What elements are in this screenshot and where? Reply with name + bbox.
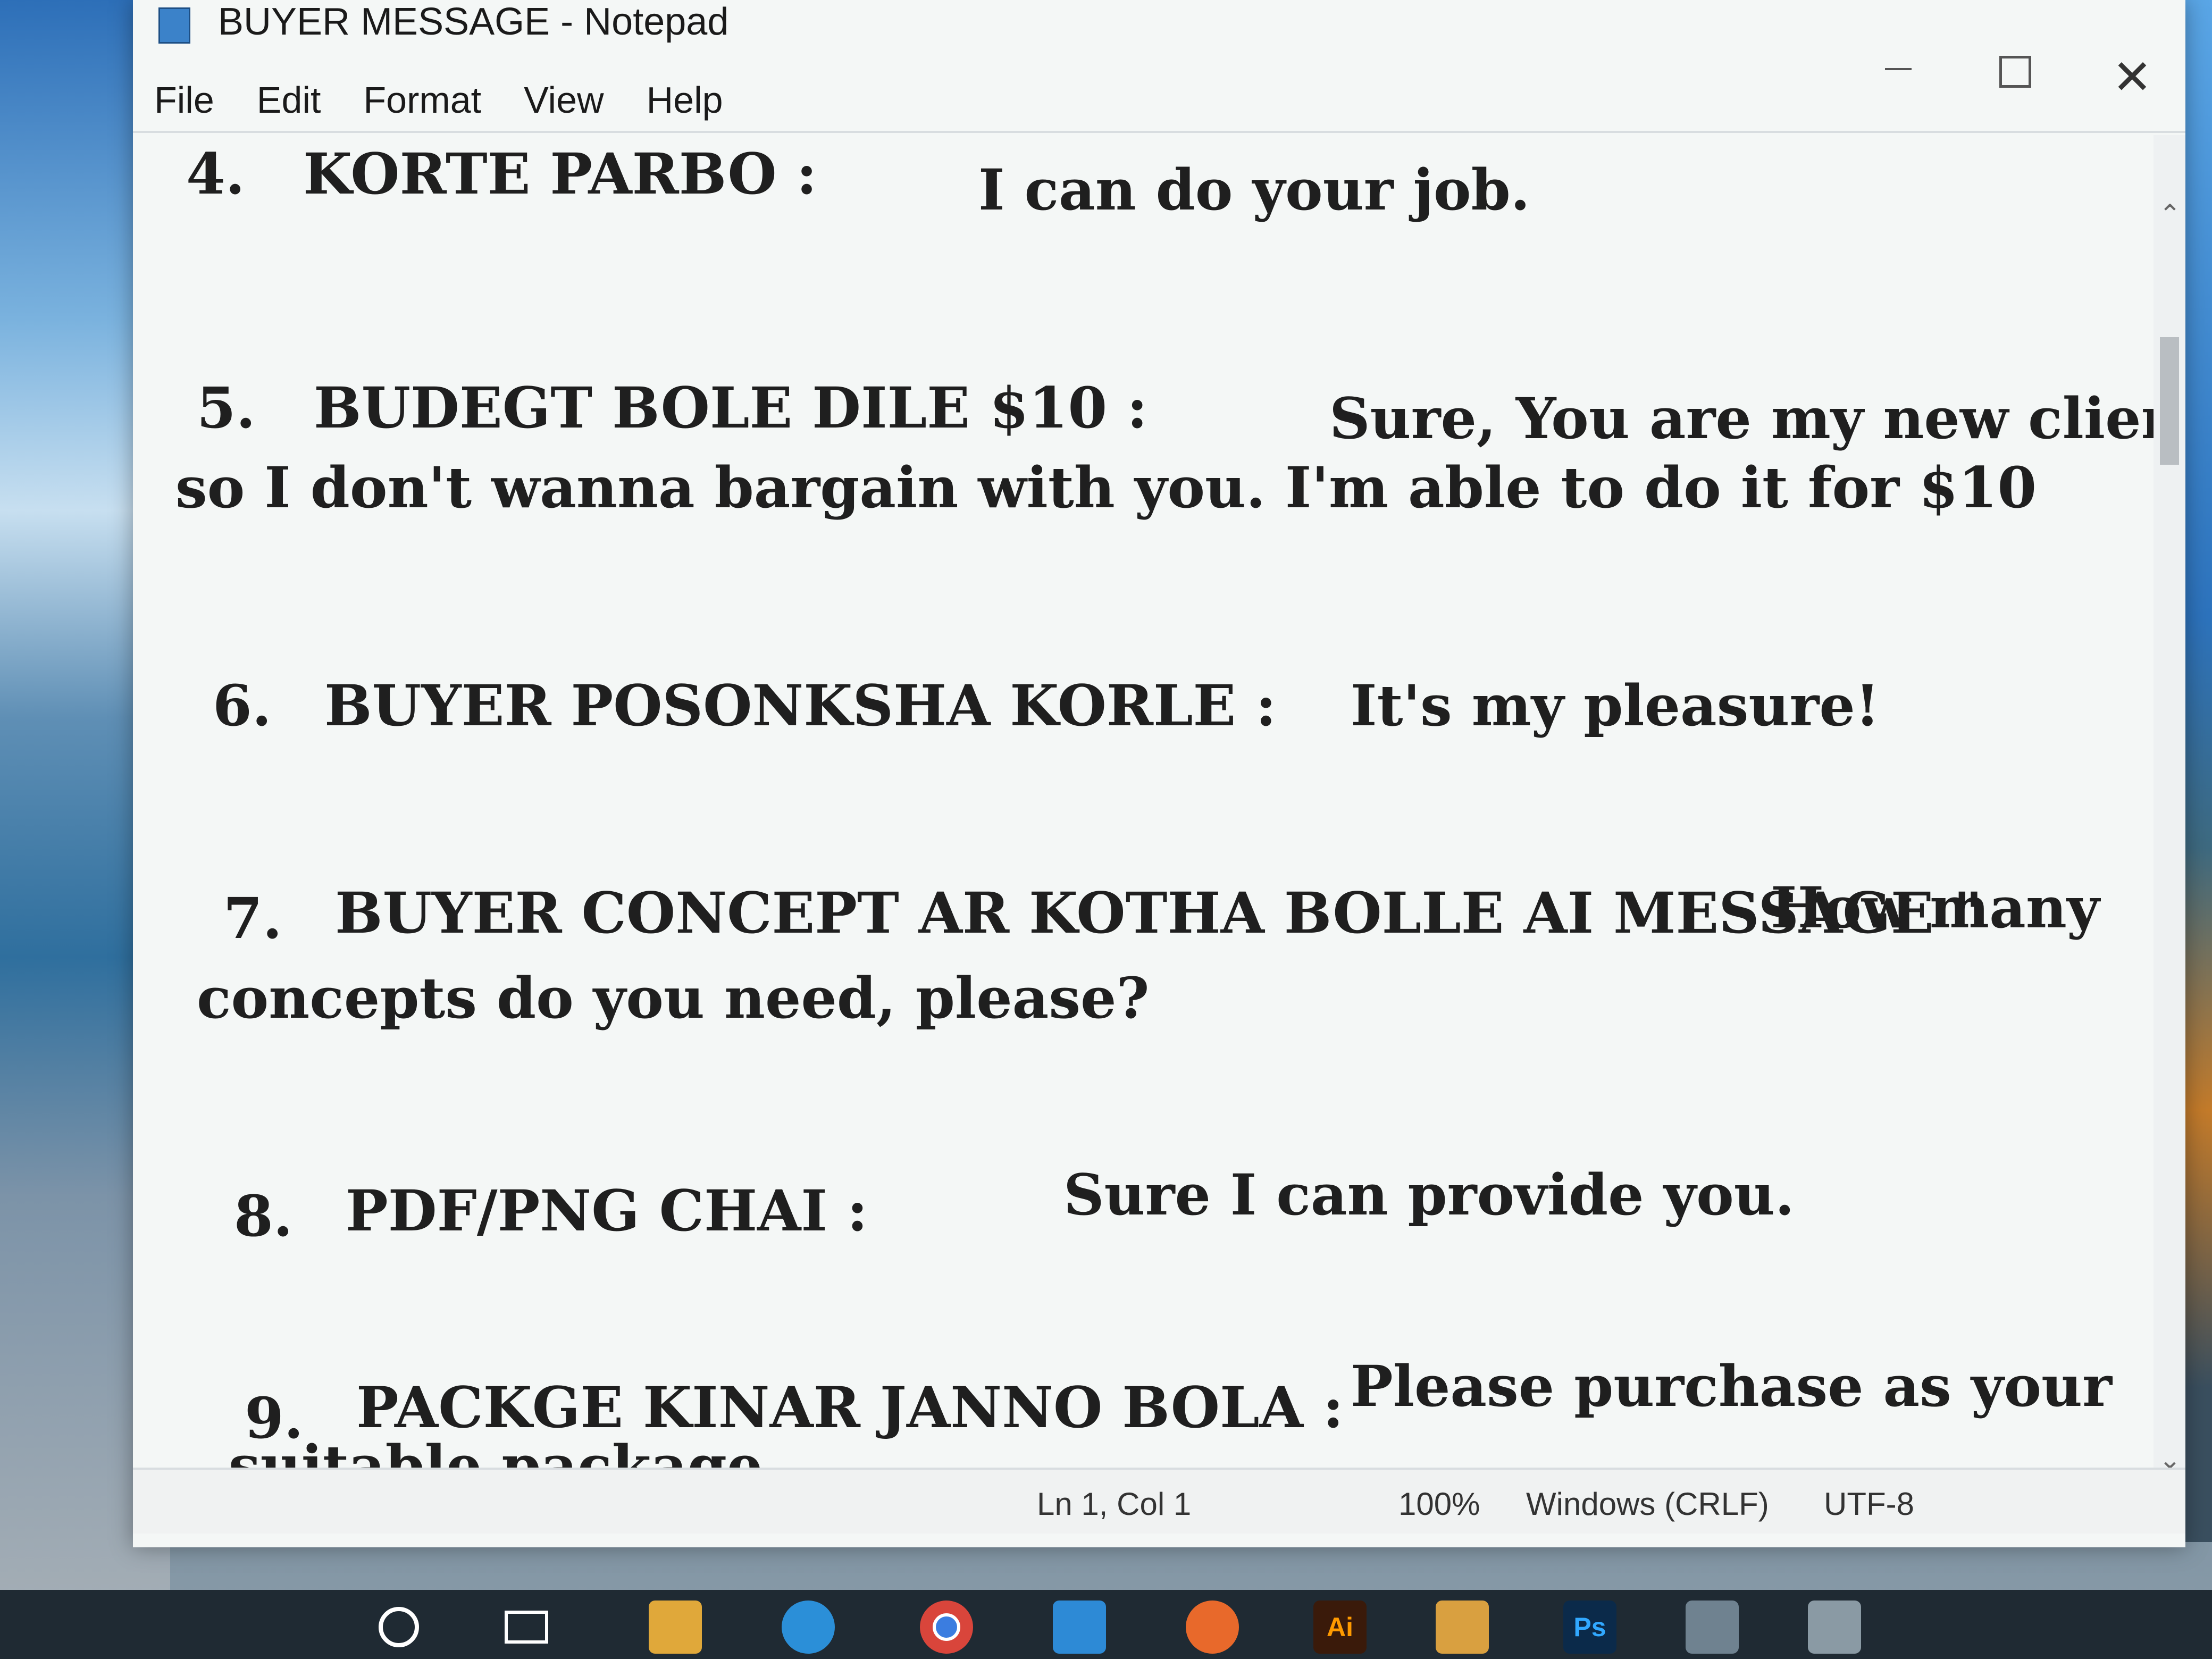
item-label: BUYER CONCEPT AR KOTHA BOLLE AI MESSAGE … [335, 879, 1983, 946]
item-number: 6. [213, 672, 272, 739]
illustrator-icon[interactable]: Ai [1313, 1601, 1367, 1654]
taskbar: Ai Ps [0, 1590, 2212, 1659]
item-reply-continued: so I don't wanna bargain with you. I'm a… [175, 454, 2037, 521]
item-reply: How many [1771, 874, 2100, 941]
mail-icon[interactable] [1053, 1601, 1106, 1654]
scroll-up-icon[interactable]: ⌃ [2159, 199, 2181, 230]
menu-view[interactable]: View [524, 79, 604, 121]
search-icon[interactable] [372, 1601, 425, 1654]
item-label: KORTE PARBO : [303, 140, 817, 207]
item-number: 5. [197, 374, 256, 441]
scroll-thumb[interactable] [2160, 337, 2179, 465]
app-icon[interactable] [1686, 1601, 1739, 1654]
menu-file[interactable]: File [154, 79, 214, 121]
vertical-scrollbar[interactable]: ⌃ ⌄ [2154, 135, 2185, 1475]
window-title: BUYER MESSAGE - Notepad [218, 1, 729, 43]
cursor-position: Ln 1, Col 1 [1037, 1486, 1192, 1522]
item-number: 8. [234, 1183, 293, 1249]
item-reply: Sure, You are my new client, [1329, 385, 2154, 451]
encoding: UTF-8 [1824, 1486, 1914, 1522]
notepad-window: BUYER MESSAGE - Notepad ✕ File Edit Form… [133, 0, 2185, 1547]
item-label: BUYER POSONKSHA KORLE : [324, 672, 1277, 739]
menu-edit[interactable]: Edit [257, 79, 321, 121]
status-bar: Ln 1, Col 1 100% Windows (CRLF) UTF-8 [133, 1468, 2185, 1534]
store-icon[interactable] [1436, 1601, 1489, 1654]
item-reply-continued: concepts do you need, please? [197, 965, 1150, 1031]
zoom-level: 100% [1398, 1486, 1480, 1522]
item-reply: It's my pleasure! [1351, 672, 1880, 739]
item-number: 4. [186, 140, 245, 207]
item-label: PDF/PNG CHAI : [346, 1177, 868, 1244]
item-reply: Please purchase as your [1351, 1353, 2112, 1419]
text-editor[interactable]: 4. KORTE PARBO : I can do your job. 5. B… [133, 135, 2154, 1475]
item-number: 7. [223, 885, 282, 951]
line-ending: Windows (CRLF) [1526, 1486, 1769, 1522]
menu-format[interactable]: Format [363, 79, 481, 121]
file-explorer-icon[interactable] [649, 1601, 702, 1654]
item-label: BUDEGT BOLE DILE $10 : [314, 374, 1148, 441]
item-label: PACKGE KINAR JANNO BOLA : [356, 1374, 1344, 1440]
chrome-icon[interactable] [920, 1601, 973, 1654]
menu-help[interactable]: Help [647, 79, 723, 121]
notepad-icon [154, 5, 191, 44]
edge-icon[interactable] [782, 1601, 835, 1654]
photoshop-icon[interactable]: Ps [1563, 1601, 1616, 1654]
item-reply: I can do your job. [978, 156, 1530, 223]
firefox-icon[interactable] [1186, 1601, 1239, 1654]
task-view-icon[interactable] [500, 1601, 553, 1654]
item-reply: Sure I can provide you. [1063, 1161, 1795, 1228]
app-icon[interactable] [1808, 1601, 1861, 1654]
menu-bar: File Edit Format View Help [133, 69, 2185, 133]
